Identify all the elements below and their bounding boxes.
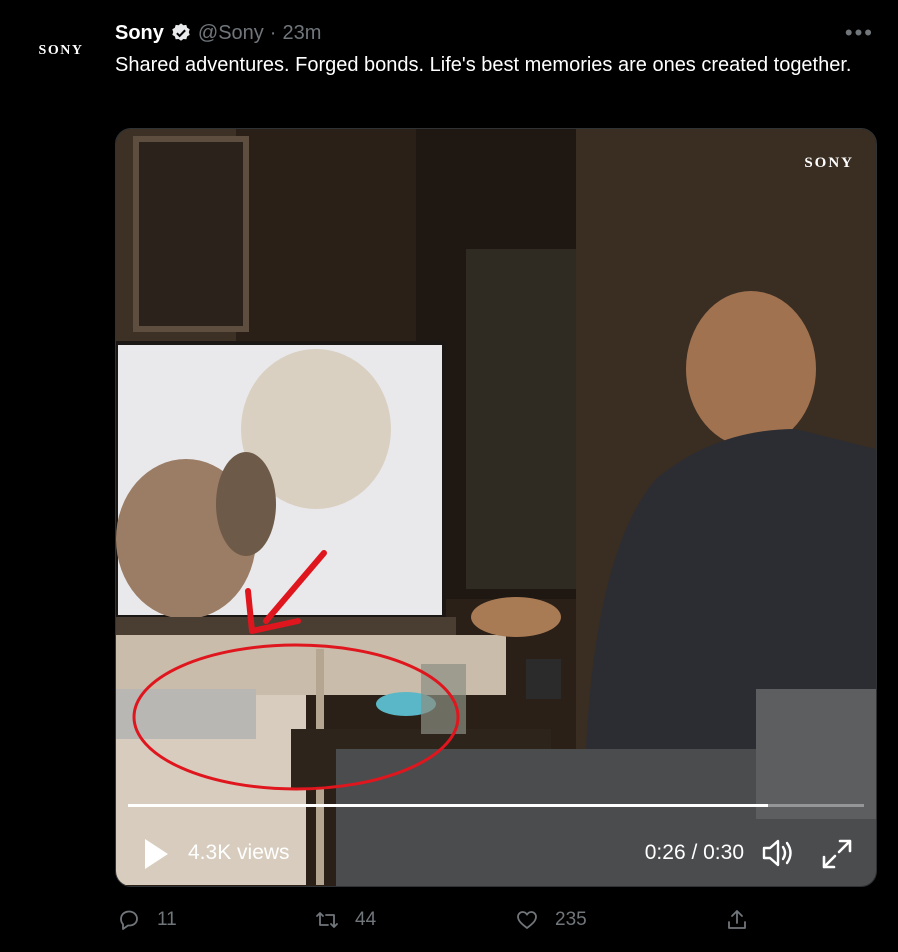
retweet-icon: [316, 912, 338, 928]
retweet-button[interactable]: 44: [315, 904, 376, 936]
tweet-actions: 11 44 235: [115, 904, 875, 936]
author-handle[interactable]: @Sony: [198, 22, 264, 45]
separator: ·: [269, 21, 277, 44]
author-name[interactable]: Sony: [115, 22, 164, 45]
heart-icon: [517, 911, 537, 929]
tweet-timestamp[interactable]: 23m: [282, 22, 321, 45]
like-count: 235: [555, 909, 587, 930]
video-timecode: 0:26 / 0:30: [644, 841, 744, 864]
tweet-header: Sony @Sony · 23m: [115, 18, 321, 48]
reply-icon: [120, 910, 138, 930]
play-icon[interactable]: [142, 837, 170, 871]
video-controls: 4.3K views 0:26 / 0:30: [116, 829, 876, 879]
more-options-icon[interactable]: •••: [845, 20, 874, 46]
verified-badge-icon: [172, 23, 190, 41]
share-button[interactable]: [725, 904, 749, 936]
share-icon: [728, 910, 746, 929]
video-progress-fill: [128, 804, 769, 807]
video-watermark: SONY: [804, 155, 854, 171]
avatar[interactable]: SONY: [20, 26, 102, 76]
video-progress-bar[interactable]: [128, 804, 864, 807]
reply-count: 11: [157, 909, 177, 930]
tweet-text: Shared adventures. Forged bonds. Life's …: [115, 54, 852, 76]
video-player[interactable]: SONY 4.3K views 0:26 / 0:30: [115, 128, 877, 887]
video-frame: [116, 129, 876, 886]
retweet-count: 44: [355, 909, 377, 930]
view-count: 4.3K views: [188, 841, 290, 864]
reply-button[interactable]: 11: [117, 904, 177, 936]
fullscreen-icon[interactable]: [820, 837, 854, 871]
like-button[interactable]: 235: [515, 904, 587, 936]
volume-icon[interactable]: [760, 835, 796, 871]
